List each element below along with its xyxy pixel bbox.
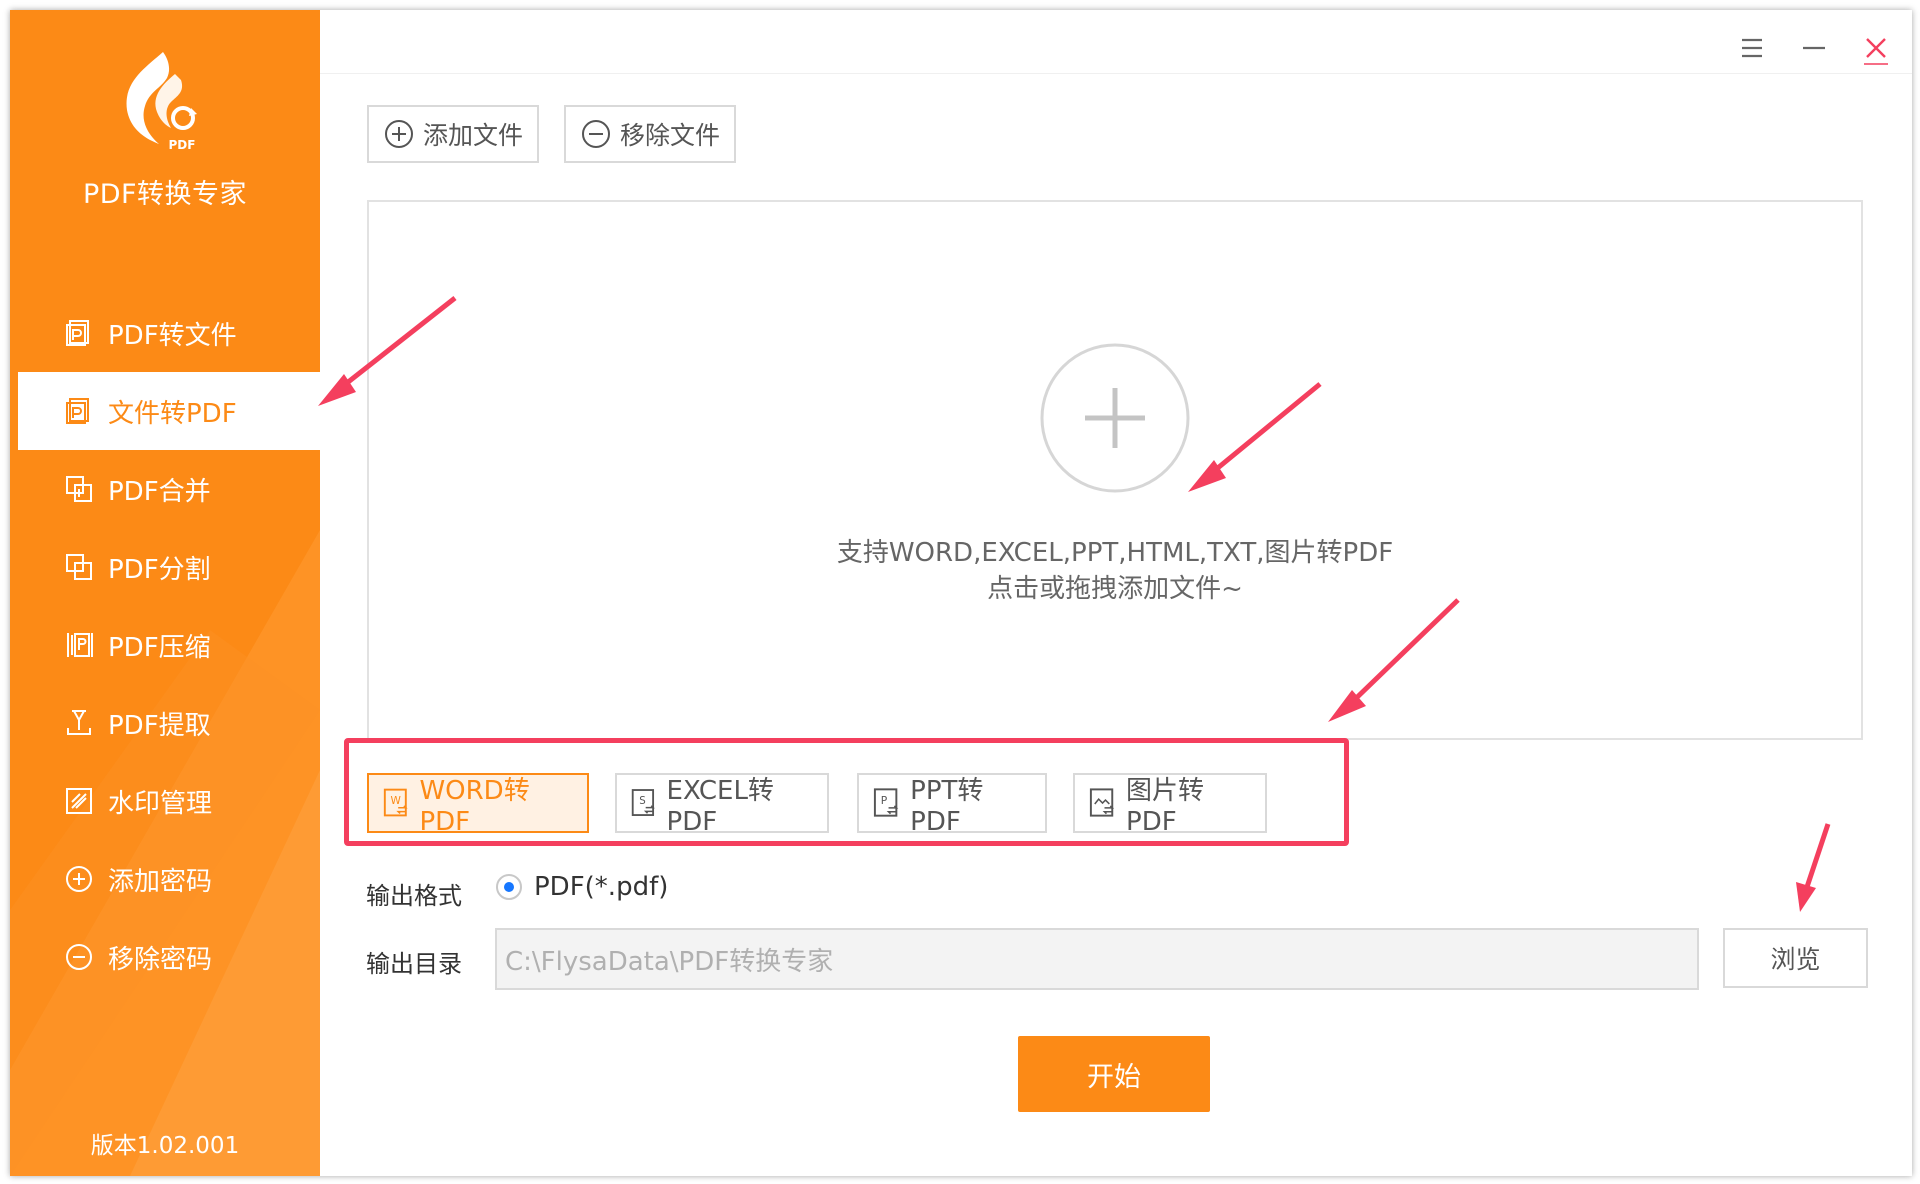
sidebar-item-add-password[interactable]: 添加密码 — [18, 840, 320, 918]
ppt-doc-icon: P — [873, 788, 899, 817]
sidebar-nav: PDF转文件 文件转PDF PDF合并 PDF分割 PDF压缩 PDF提取 水印… — [10, 294, 320, 996]
drop-instruction-text: 点击或拖拽添加文件~ — [987, 574, 1243, 604]
start-button[interactable]: 开始 — [1018, 1036, 1210, 1112]
menu-icon[interactable] — [1732, 28, 1772, 68]
tab-excel-to-pdf[interactable]: S EXCEL转PDF — [615, 773, 829, 837]
output-dir-label: 输出目录 — [366, 950, 462, 978]
plus-circle-icon — [385, 120, 413, 148]
radio-selected-dot — [504, 882, 514, 892]
sidebar-item-label: PDF压缩 — [108, 632, 211, 663]
compress-icon — [67, 633, 93, 657]
sidebar-item-label: PDF转文件 — [108, 320, 237, 351]
sidebar-item-pdf-extract[interactable]: PDF提取 — [18, 684, 320, 762]
minus-circle-icon — [582, 120, 610, 148]
sidebar: PDF PDF转换专家 PDF转文件 文件转PDF PDF合并 PDF分割 PD… — [10, 10, 320, 1176]
tab-label: EXCEL转PDF — [666, 775, 774, 837]
tab-image-to-pdf[interactable]: 图片转PDF — [1073, 773, 1267, 837]
tab-label: WORD转PDF — [419, 775, 530, 837]
tab-word-to-pdf[interactable]: W WORD转PDF — [367, 773, 589, 837]
extract-icon — [67, 710, 91, 735]
svg-text:P: P — [881, 794, 888, 807]
output-dir-input[interactable] — [495, 928, 1699, 990]
format-radio-pdf[interactable]: PDF(*.pdf) — [496, 872, 668, 902]
close-icon[interactable] — [1856, 28, 1896, 68]
app-window: PDF PDF转换专家 PDF转文件 文件转PDF PDF合并 PDF分割 PD… — [10, 10, 1912, 1176]
add-file-button[interactable]: 添加文件 — [367, 105, 539, 163]
supported-formats-text: 支持WORD,EXCEL,PPT,HTML,TXT,图片转PDF — [836, 538, 1394, 568]
pdf-file-icon — [66, 320, 89, 346]
word-doc-icon: W — [383, 788, 408, 817]
merge-icon — [66, 476, 92, 502]
sidebar-item-pdf-to-file[interactable]: PDF转文件 — [18, 294, 320, 372]
svg-text:W: W — [391, 795, 402, 807]
remove-file-label: 移除文件 — [620, 121, 721, 150]
app-logo-icon: PDF — [126, 52, 201, 152]
sidebar-item-remove-password[interactable]: 移除密码 — [18, 918, 320, 996]
file-to-pdf-icon — [66, 398, 89, 424]
tab-label: PPT转PDF — [910, 775, 984, 837]
excel-doc-icon: S — [631, 789, 655, 816]
minimize-icon[interactable] — [1794, 28, 1834, 68]
output-format-label: 输出格式 — [366, 882, 462, 910]
remove-password-icon — [66, 944, 92, 970]
app-title: PDF转换专家 — [82, 179, 248, 210]
sidebar-item-label: 水印管理 — [108, 788, 213, 819]
tab-label: 图片转PDF — [1126, 775, 1205, 837]
tab-ppt-to-pdf[interactable]: P PPT转PDF — [857, 773, 1047, 837]
sidebar-item-file-to-pdf[interactable]: 文件转PDF — [18, 372, 320, 450]
browse-button[interactable]: 浏览 — [1723, 928, 1868, 988]
titlebar-divider — [320, 73, 1912, 74]
split-icon — [66, 554, 92, 580]
radio-button[interactable] — [496, 874, 522, 900]
watermark-icon — [66, 788, 92, 814]
sidebar-item-watermark[interactable]: 水印管理 — [18, 762, 320, 840]
logo-badge: PDF — [169, 138, 196, 152]
svg-text:S: S — [639, 796, 645, 807]
sidebar-item-pdf-compress[interactable]: PDF压缩 — [18, 606, 320, 684]
sidebar-item-label: PDF分割 — [108, 554, 211, 585]
format-option-label: PDF(*.pdf) — [534, 872, 669, 902]
file-drop-zone[interactable]: 支持WORD,EXCEL,PPT,HTML,TXT,图片转PDF 点击或拖拽添加… — [367, 200, 1863, 740]
add-password-icon — [66, 866, 92, 892]
image-doc-icon — [1089, 788, 1115, 817]
sidebar-item-label: 添加密码 — [108, 866, 213, 897]
sidebar-item-label: 文件转PDF — [108, 398, 237, 429]
version-label: 版本1.02.001 — [90, 1133, 240, 1159]
sidebar-item-label: PDF合并 — [108, 476, 211, 507]
sidebar-item-pdf-merge[interactable]: PDF合并 — [18, 450, 320, 528]
sidebar-item-label: 移除密码 — [108, 944, 213, 975]
add-file-plus-icon[interactable] — [1039, 342, 1191, 494]
remove-file-button[interactable]: 移除文件 — [564, 105, 736, 163]
add-file-label: 添加文件 — [423, 121, 524, 150]
sidebar-item-label: PDF提取 — [108, 710, 211, 741]
sidebar-item-pdf-split[interactable]: PDF分割 — [18, 528, 320, 606]
